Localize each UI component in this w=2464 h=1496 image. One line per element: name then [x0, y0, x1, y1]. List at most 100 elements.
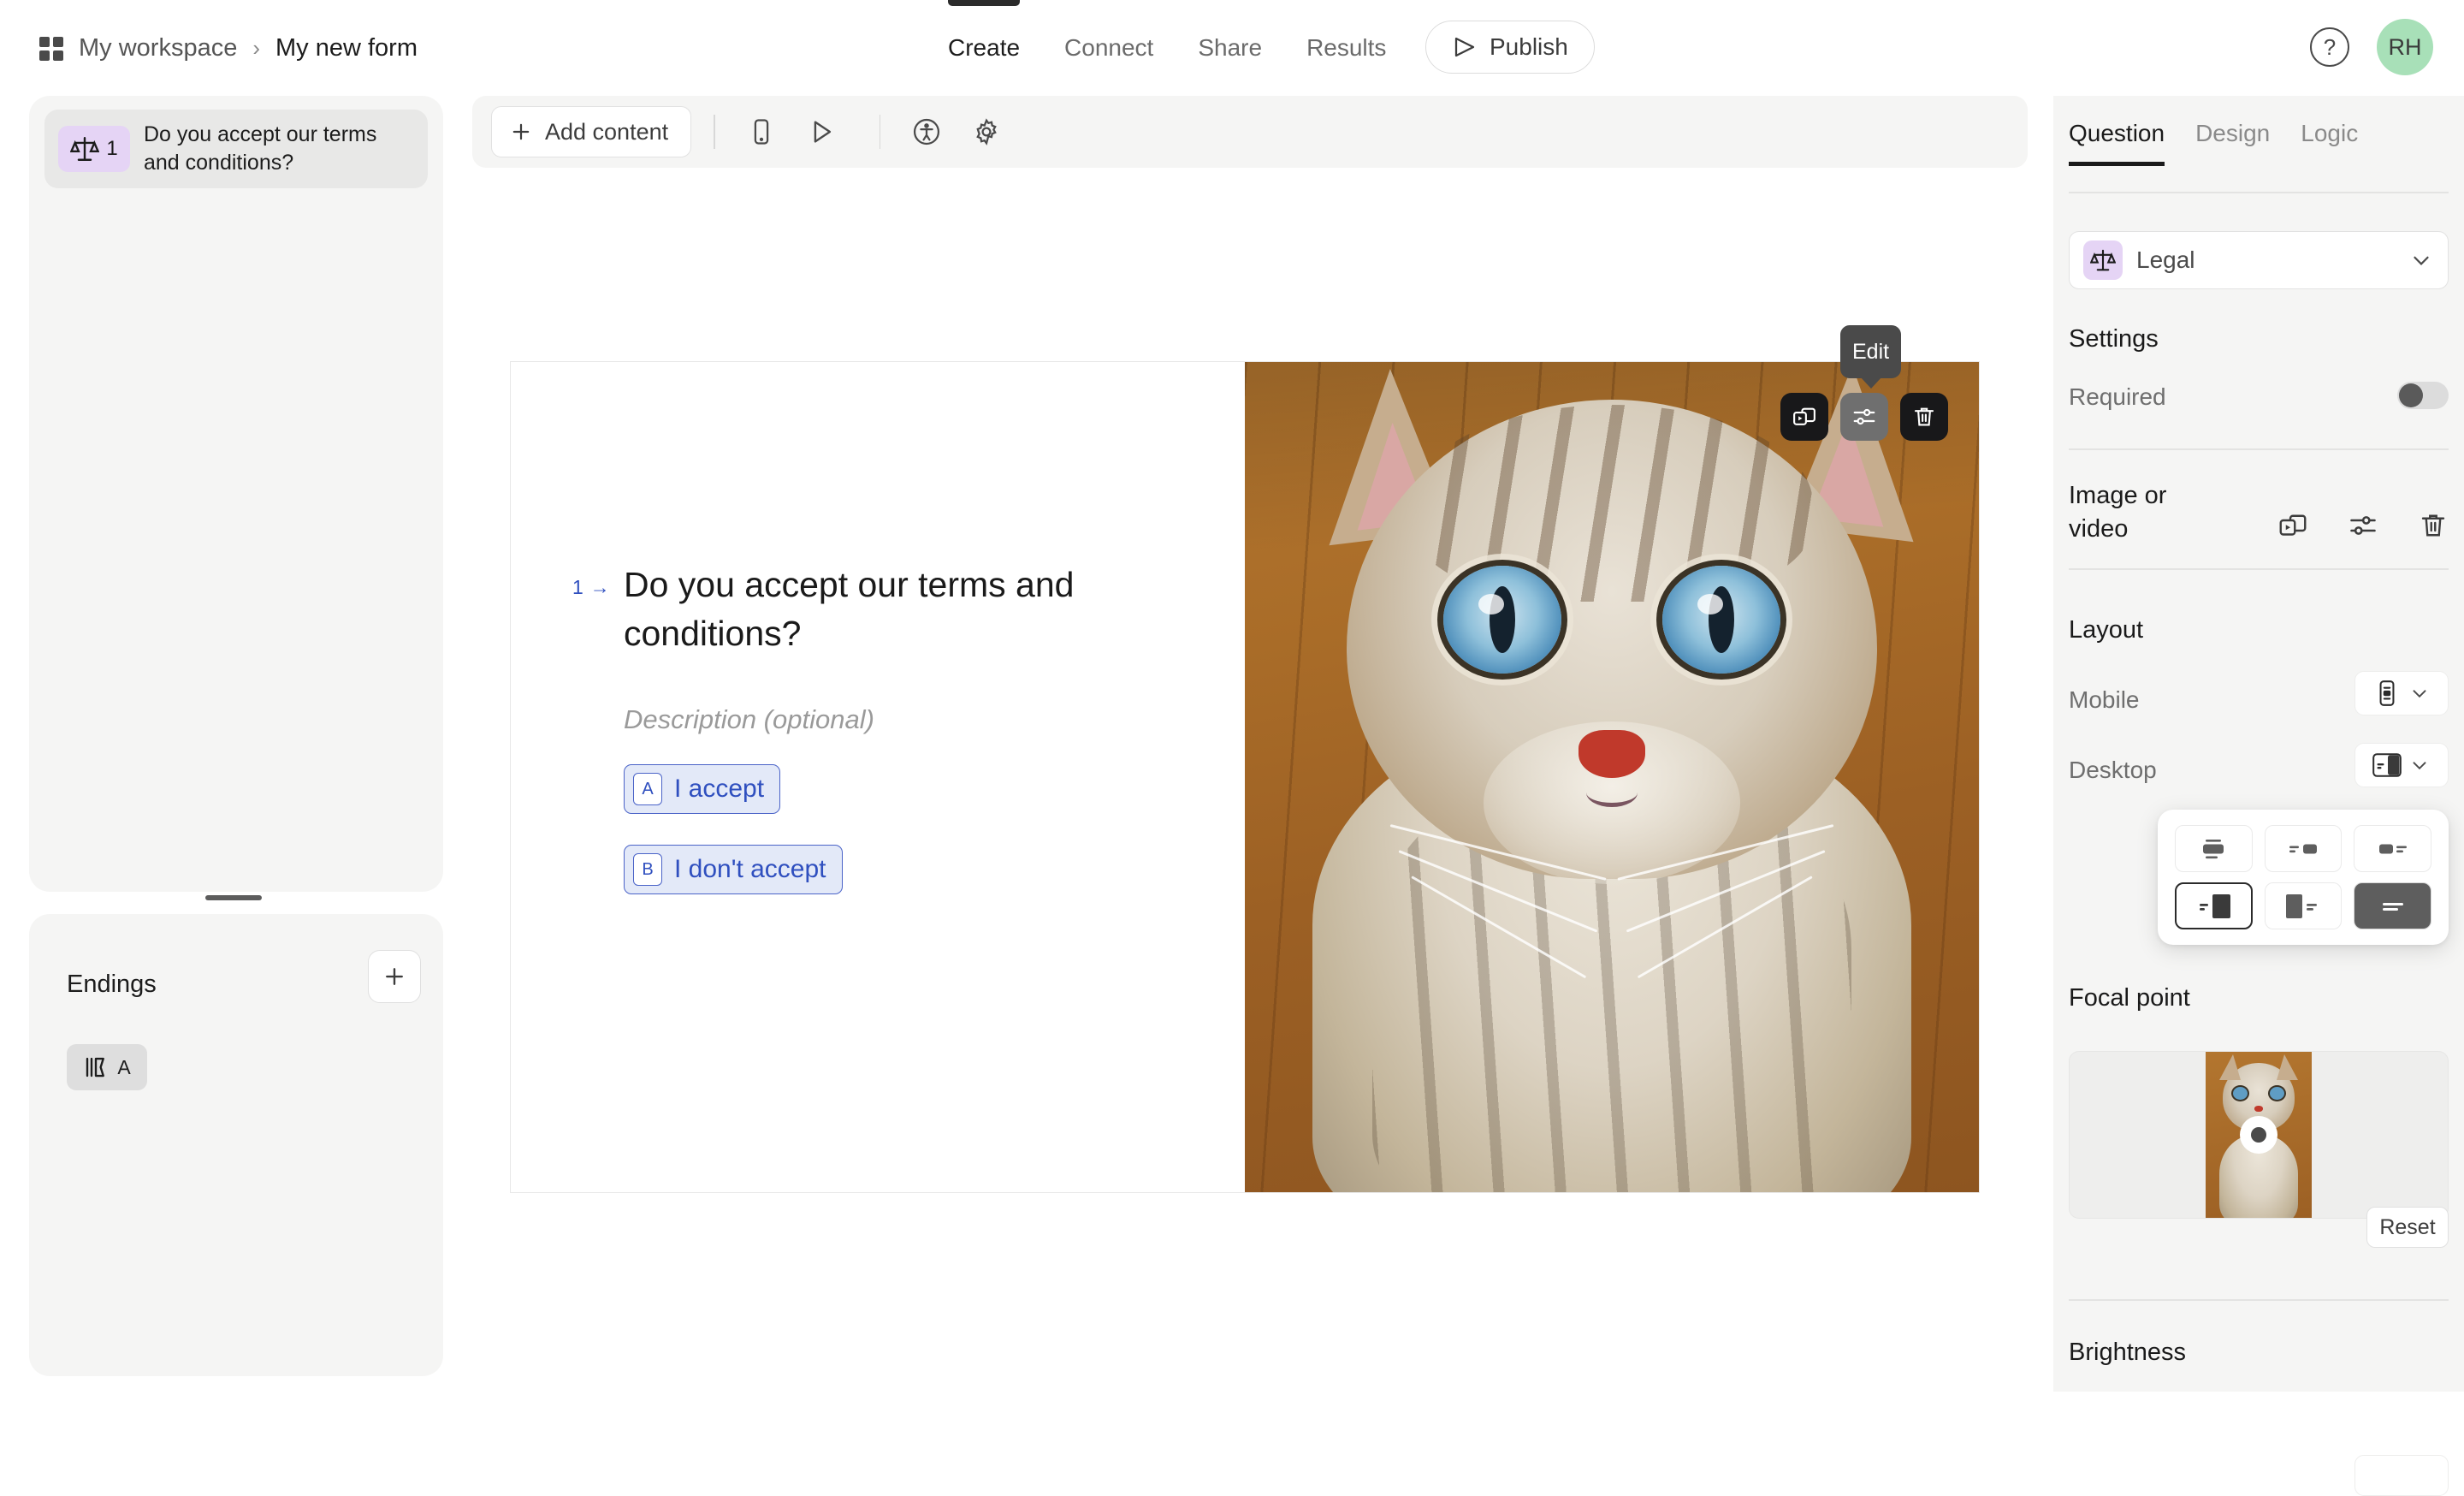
canvas-media-side[interactable] [1245, 362, 1979, 1192]
form-canvas: 1 → Do you accept our terms and conditio… [510, 361, 1980, 1193]
focal-point-preview[interactable] [2069, 1051, 2449, 1219]
desktop-layout-select[interactable] [2354, 743, 2449, 787]
tab-create[interactable]: Create [926, 0, 1042, 96]
edit-tooltip: Edit [1840, 325, 1902, 378]
endings-title: Endings [67, 971, 157, 998]
desktop-label: Desktop [2069, 757, 2157, 783]
panel-divider-1 [2069, 448, 2449, 450]
plus-icon [512, 123, 530, 140]
brightness-label: Brightness [2069, 1339, 2187, 1366]
play-preview-icon[interactable] [797, 108, 845, 156]
layout-stacked-centered-icon [2203, 839, 2224, 858]
panel-tabs-divider [2069, 192, 2449, 193]
question-index-number: 1 [572, 576, 583, 598]
add-ending-button[interactable] [368, 950, 421, 1003]
layout-option-small-image-left-text-right[interactable] [2354, 825, 2431, 872]
add-content-button[interactable]: Add content [491, 106, 692, 157]
tab-connect-label: Connect [1064, 34, 1154, 61]
tab-design-label: Design [2195, 120, 2271, 146]
ending-letter: A [117, 1055, 131, 1078]
layout-option-text-left-small-image-right[interactable] [2264, 825, 2343, 872]
main-nav-tabs: Create Connect Share Results [926, 0, 1408, 96]
mobile-label: Mobile [2069, 686, 2140, 713]
add-content-label: Add content [545, 118, 669, 145]
layout-option-full-background[interactable] [2354, 882, 2431, 929]
legal-scales-icon [70, 137, 100, 161]
focal-point-marker[interactable] [2240, 1116, 2277, 1154]
layout-options-popup [2158, 810, 2449, 945]
settings-gear-icon[interactable] [962, 108, 1010, 156]
sidebar-resize-handle[interactable] [205, 895, 262, 900]
breadcrumb-workspace[interactable]: My workspace [79, 34, 237, 62]
tab-design[interactable]: Design [2195, 120, 2289, 166]
tab-logic[interactable]: Logic [2301, 120, 2377, 166]
required-toggle[interactable] [2397, 382, 2449, 409]
canvas-question-side: 1 → Do you accept our terms and conditio… [511, 362, 1245, 1192]
focal-thumbnail [2206, 1052, 2312, 1218]
adjust-sliders-icon[interactable] [2344, 507, 2382, 544]
mobile-layout-select[interactable] [2354, 671, 2449, 715]
question-description-placeholder[interactable]: Description (optional) [624, 704, 874, 735]
question-index-arrow-icon: → [589, 576, 610, 598]
breadcrumb-form-name[interactable]: My new form [275, 34, 418, 62]
question-number: 1 [106, 137, 118, 160]
publish-button[interactable]: Publish [1425, 21, 1595, 74]
tab-results-label: Results [1306, 34, 1387, 61]
toolbar-divider-2 [879, 115, 881, 149]
delete-trash-icon[interactable] [2414, 507, 2452, 544]
canvas-toolbar: Add content [472, 96, 2028, 168]
ending-flag-icon [86, 1057, 105, 1077]
help-circle-icon[interactable]: ? [2310, 27, 2349, 67]
help-glyph: ? [2323, 33, 2337, 60]
delete-trash-icon[interactable] [1900, 393, 1948, 441]
layout-small-image-left-text-right-icon [2378, 844, 2407, 853]
tab-share-label: Share [1198, 34, 1263, 61]
accessibility-icon[interactable] [903, 108, 951, 156]
answer-option-b[interactable]: B I don't accept [624, 845, 843, 894]
avatar[interactable]: RH [2377, 19, 2433, 75]
answer-key-a: A [633, 773, 662, 805]
media-action-buttons [1780, 393, 1948, 441]
question-index: 1 → [572, 576, 610, 599]
answer-option-a[interactable]: A I accept [624, 764, 781, 814]
question-title[interactable]: Do you accept our terms and conditions? [624, 561, 1103, 657]
layout-option-text-left-image-right[interactable] [2175, 882, 2253, 929]
breadcrumb-separator-icon: › [252, 35, 260, 61]
list-item-ending-a[interactable]: A [67, 1044, 147, 1090]
tab-question[interactable]: Question [2069, 120, 2183, 166]
replace-media-icon[interactable] [2274, 507, 2312, 544]
reset-button[interactable]: Reset [2366, 1207, 2449, 1248]
tab-share[interactable]: Share [1176, 0, 1284, 96]
sidebar-item-question-1[interactable]: 1 Do you accept our terms and conditions… [44, 110, 428, 188]
question-settings-panel: Question Design Logic Legal Settings Req… [2053, 96, 2464, 1496]
layout-heading: Layout [2069, 616, 2144, 644]
image-or-video-label: Image or video [2069, 482, 2167, 543]
panel-divider-2 [2069, 568, 2449, 570]
plus-icon [386, 968, 403, 985]
settings-heading: Settings [2069, 325, 2159, 353]
layout-image-left-text-right-icon [2285, 893, 2317, 918]
layout-option-stacked-centered[interactable] [2175, 825, 2253, 872]
adjust-sliders-icon[interactable] [1840, 393, 1888, 441]
tab-connect[interactable]: Connect [1042, 0, 1176, 96]
tab-results[interactable]: Results [1284, 0, 1408, 96]
layout-stacked-vertical-icon [2379, 680, 2395, 706]
mobile-preview-icon[interactable] [737, 108, 785, 156]
answer-label-a: I accept [674, 775, 765, 803]
questions-panel: 1 Do you accept our terms and conditions… [29, 96, 443, 892]
question-type-select[interactable]: Legal [2069, 231, 2449, 289]
question-type-value: Legal [2136, 246, 2195, 273]
kitten-photo [1245, 362, 1979, 1192]
toolbar-divider [714, 115, 715, 149]
question-type-badge: 1 [58, 126, 130, 172]
tab-logic-label: Logic [2301, 120, 2359, 146]
chevron-down-icon [2413, 762, 2426, 770]
breadcrumb: My workspace › My new form [39, 34, 418, 62]
legal-scales-icon [2083, 240, 2123, 280]
replace-media-icon[interactable] [1780, 393, 1828, 441]
answer-key-b: B [633, 853, 662, 886]
layout-option-image-left-text-right[interactable] [2264, 882, 2343, 929]
workspace-grid-icon[interactable] [39, 36, 63, 61]
brightness-control[interactable] [2354, 1455, 2449, 1496]
focal-point-label: Focal point [2069, 984, 2190, 1012]
